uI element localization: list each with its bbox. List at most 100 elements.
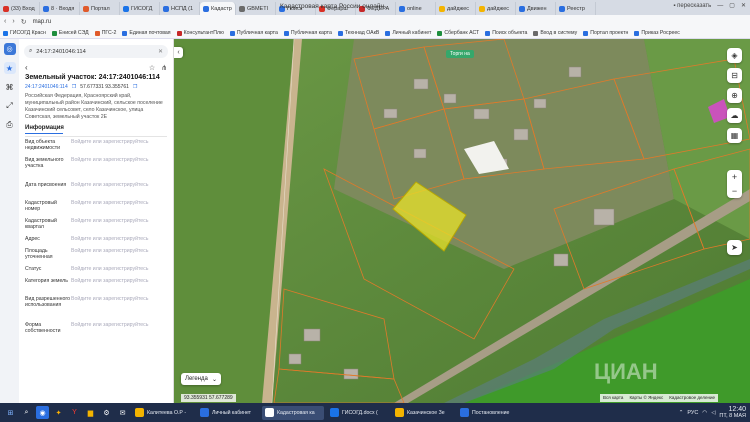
language-indicator[interactable]: РУС: [687, 410, 698, 416]
taskbar-app[interactable]: ГИСОГД.docx (: [327, 406, 389, 420]
bookmark-item[interactable]: Портал проектн: [583, 30, 628, 36]
print-icon[interactable]: ⎙: [4, 119, 16, 131]
taskbar-app[interactable]: Личный кабинет: [197, 406, 259, 420]
login-link[interactable]: Войдите или зарегистрируйтесь: [71, 200, 148, 218]
bookmark-item[interactable]: Сбербанк АСТ: [437, 30, 479, 36]
url-field[interactable]: map.ru: [33, 19, 52, 25]
shield-taskbar-icon[interactable]: ✦: [52, 406, 65, 419]
search-taskbar-icon[interactable]: ⌕: [20, 406, 33, 419]
bookmark-item[interactable]: ПГС-2: [94, 30, 116, 36]
bookmark-item[interactable]: КонсультантПлю: [176, 30, 224, 36]
bookmark-item[interactable]: Вход в систему: [533, 30, 577, 36]
info-row-key: Вид земельного участка: [25, 157, 64, 169]
favorites-icon[interactable]: ★: [3, 62, 16, 74]
login-link[interactable]: Войдите или зарегистрируйтесь: [71, 248, 148, 266]
bookmark-item[interactable]: Публичная карта: [229, 30, 278, 36]
info-tab[interactable]: Информация: [25, 125, 64, 134]
app-logo-icon[interactable]: ◎: [3, 43, 16, 55]
search-box[interactable]: ⌕ 24:17:2401046:114 ✕: [24, 45, 168, 58]
clock[interactable]: 12:40 ПТ, 8 МАЯ: [719, 406, 746, 419]
cloud-tool-icon[interactable]: ☁: [727, 108, 742, 123]
maximize-icon[interactable]: ▢: [729, 2, 735, 9]
browser-tab[interactable]: GBMETI: [236, 2, 276, 15]
ruler-tool-icon[interactable]: ⊟: [727, 68, 742, 83]
reload-icon[interactable]: ↻: [21, 18, 27, 26]
start-icon[interactable]: ⊞: [4, 406, 17, 419]
cad-number-link[interactable]: 24:17:2401046:114: [25, 84, 68, 90]
bookmark-label: Поиск объекта: [492, 30, 528, 36]
info-row: Статус Войдите или зарегистрируйтесь: [19, 266, 173, 278]
layers-tool-icon[interactable]: ◈: [727, 48, 742, 63]
yandex-taskbar-icon[interactable]: Y: [68, 406, 81, 419]
back-arrow-icon[interactable]: ‹: [25, 63, 28, 72]
browser-tab[interactable]: (33) Вход: [0, 2, 40, 15]
bookmark-item[interactable]: Енисей СЭД: [51, 30, 89, 36]
bookmark-star-icon[interactable]: ☆: [149, 64, 155, 72]
back-icon[interactable]: ‹: [4, 18, 6, 25]
login-link[interactable]: Войдите или зарегистрируйтесь: [71, 182, 148, 200]
bookmark-item[interactable]: ГИСОГД Красн: [3, 30, 46, 36]
browser-tab[interactable]: 8 · Входя: [40, 2, 80, 15]
login-link[interactable]: Войдите или зарегистрируйтесь: [71, 218, 148, 236]
measure-icon[interactable]: ⤢: [4, 100, 16, 112]
attribution-item[interactable]: Вся карта: [603, 395, 623, 401]
draw-tool-icon[interactable]: ⊕: [727, 88, 742, 103]
zoom-in-icon[interactable]: +: [727, 170, 742, 184]
close-icon[interactable]: ✕: [741, 2, 746, 9]
taskbar-app[interactable]: Постановление: [457, 406, 519, 420]
locate-icon[interactable]: ➤: [727, 240, 742, 255]
explorer-taskbar-icon[interactable]: ▆: [84, 406, 97, 419]
browser-tab[interactable]: дайджес: [436, 2, 476, 15]
taskbar-app[interactable]: Казачинское Зе: [392, 406, 454, 420]
attribution-item[interactable]: Карты © Яндекс: [629, 395, 663, 401]
gear-taskbar-icon[interactable]: ⚙: [100, 406, 113, 419]
login-link[interactable]: Войдите или зарегистрируйтесь: [71, 266, 148, 278]
login-link[interactable]: Войдите или зарегистрируйтесь: [71, 236, 148, 248]
bookmark-label: Единая почтовая: [129, 30, 171, 36]
volume-icon[interactable]: ◁: [711, 410, 715, 416]
chevron-up-icon[interactable]: ⌃: [679, 410, 684, 416]
forward-icon[interactable]: ›: [12, 18, 14, 25]
map-view[interactable]: ЦИАН Торги на: [174, 39, 750, 403]
clear-search-icon[interactable]: ✕: [158, 49, 163, 55]
bookmark-item[interactable]: Единая почтовая: [122, 30, 171, 36]
bookmark-label: Личный кабинет: [392, 30, 432, 36]
layers-icon[interactable]: ⌘: [4, 81, 16, 93]
bookmark-item[interactable]: Приказ Росреес: [634, 30, 680, 36]
retell-button[interactable]: ▪ пересказать: [673, 3, 711, 9]
taskbar-app[interactable]: Калитеева О.Р -: [132, 406, 194, 420]
browser-tab[interactable]: дайджес: [476, 2, 516, 15]
copy-icon[interactable]: ❐: [72, 84, 76, 90]
attribution-item[interactable]: Кадастровое деление: [669, 395, 715, 401]
login-link[interactable]: Войдите или зарегистрируйтесь: [71, 278, 148, 296]
browser-tab[interactable]: ГИСОГД: [120, 2, 160, 15]
browser-tab[interactable]: Кадастр: [200, 2, 236, 15]
bookmark-item[interactable]: Поиск объекта: [485, 30, 527, 36]
copy-coords-icon[interactable]: ❐: [133, 84, 137, 90]
browser-tab[interactable]: Портал: [80, 2, 120, 15]
collapse-panel-button[interactable]: ‹: [174, 47, 183, 58]
grid-tool-icon[interactable]: ▦: [727, 128, 742, 143]
mail-taskbar-icon[interactable]: ✉: [116, 406, 129, 419]
browser-tab[interactable]: Реестр: [556, 2, 596, 15]
browser-tab[interactable]: online: [396, 2, 436, 15]
search-input[interactable]: 24:17:2401046:114: [36, 49, 86, 55]
browser-tab[interactable]: НСПД (1: [160, 2, 200, 15]
login-link[interactable]: Войдите или зарегистрируйтесь: [71, 322, 148, 340]
share-icon[interactable]: ⋔: [161, 64, 167, 72]
map-label-tender[interactable]: Торги на: [446, 50, 474, 58]
wifi-icon[interactable]: ◠: [702, 410, 707, 416]
browser-taskbar-icon[interactable]: ◉: [36, 406, 49, 419]
minimize-icon[interactable]: —: [717, 3, 723, 9]
login-link[interactable]: Войдите или зарегистрируйтесь: [71, 157, 148, 182]
zoom-out-icon[interactable]: −: [727, 184, 742, 198]
browser-tab[interactable]: Движен: [516, 2, 556, 15]
bookmark-item[interactable]: Личный кабинет: [385, 30, 431, 36]
legend-button[interactable]: Легенда ⌄: [181, 373, 221, 385]
bookmark-item[interactable]: Публичная карта: [283, 30, 332, 36]
taskbar-app[interactable]: Кадастровая ка: [262, 405, 324, 420]
info-row-key: Категория земель: [25, 278, 68, 284]
bookmark-item[interactable]: Техннад ОАкВ: [337, 30, 379, 36]
login-link[interactable]: Войдите или зарегистрируйтесь: [71, 139, 148, 157]
login-link[interactable]: Войдите или зарегистрируйтесь: [71, 296, 148, 322]
